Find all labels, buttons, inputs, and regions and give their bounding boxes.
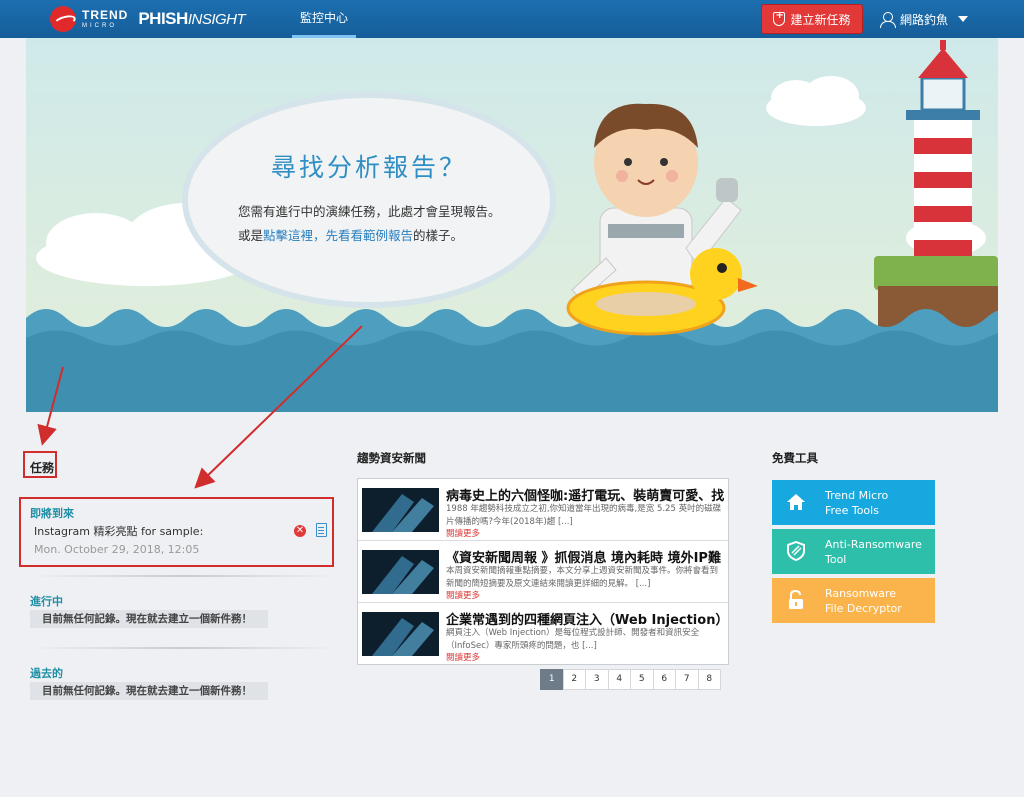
trend-micro-ball-icon (50, 6, 76, 32)
trend-micro-phishinsight-logo[interactable]: TREND MICRO PHISHINSIGHT (50, 5, 246, 33)
page-button-5[interactable]: 5 (630, 669, 654, 690)
caret-down-icon (958, 16, 969, 22)
shield-icon (787, 541, 805, 561)
news-item[interactable]: 企業常遇到的四種網頁注入（Web Injection）攻 網頁注入（Web In… (358, 603, 728, 665)
section-divider (30, 575, 338, 577)
past-empty-message[interactable]: 目前無任何記錄。現在就去建立一個新件務！ (30, 682, 268, 700)
create-new-task-label: 建立新任務 (790, 12, 851, 27)
in-progress-section-title: 進行中 (30, 595, 63, 608)
news-item[interactable]: 《資安新聞周報 》抓假消息 境內耗時 境外IP難 本周資安新聞摘報重點摘要，本文… (358, 541, 728, 603)
sample-report-suffix: 的樣子。 (413, 228, 464, 243)
logo-phishinsight-text: PHISHINSIGHT (138, 9, 245, 29)
page-button-7[interactable]: 7 (675, 669, 699, 690)
tool-anti-ransomware[interactable]: Anti-Ransomware Tool (772, 529, 935, 574)
news-pagination: 1 2 3 4 5 6 7 8 (540, 669, 721, 690)
news-thumbnail (362, 488, 439, 532)
user-account-menu[interactable]: 網路釣魚 (880, 0, 969, 38)
read-more-link[interactable]: 閱讀更多 (446, 527, 480, 539)
free-tools-heading: 免費工具 (772, 451, 818, 465)
sample-report-link[interactable]: 點擊這裡，先看看範例報告 (263, 228, 413, 243)
page-button-2[interactable]: 2 (562, 669, 586, 690)
report-hint-text: 您需有進行中的演練任務，此處才會呈現報告。 (238, 204, 501, 219)
page-button-3[interactable]: 3 (585, 669, 609, 690)
home-icon (787, 494, 805, 510)
tool-label-line1: Ransomware (825, 587, 897, 600)
read-more-link[interactable]: 閱讀更多 (446, 651, 480, 663)
sample-report-prefix: 或是 (238, 228, 264, 243)
news-thumbnail-image (362, 488, 439, 532)
tool-label-line1: Anti-Ransomware (825, 538, 922, 551)
page-button-4[interactable]: 4 (607, 669, 631, 690)
annotation-box-upcoming-task (19, 497, 334, 567)
in-progress-empty-message[interactable]: 目前無任何記錄。現在就去建立一個新件務！ (30, 610, 268, 628)
sample-report-hint: 或是點擊這裡，先看看範例報告的樣子。 (238, 225, 463, 244)
tool-label: Trend Micro Free Tools (825, 488, 888, 518)
news-thumbnail (362, 550, 439, 594)
tool-label-line1: Trend Micro (825, 489, 889, 502)
read-more-link[interactable]: 閱讀更多 (446, 589, 480, 601)
tool-trend-micro-free-tools[interactable]: Trend Micro Free Tools (772, 480, 935, 525)
past-section-title: 過去的 (30, 667, 63, 680)
logo-trend-text: TREND (82, 8, 129, 22)
user-name: 網路釣魚 (900, 12, 949, 27)
tool-label-line2: File Decryptor (825, 602, 902, 615)
news-summary: 本周資安新聞摘報重點摘要，本文分享上週資安新聞及事件。你將會看到新聞的簡短摘要及… (446, 566, 719, 589)
section-divider (30, 647, 338, 649)
news-headline[interactable]: 病毒史上的六個怪咖:遥打電玩、裝萌賣可愛、找 (446, 485, 724, 504)
news-summary: 1988 年趨勢科技成立之初,你知道當年出現的病毒,是宽 5.25 英吋的磁碟片… (446, 504, 722, 527)
logo-phish-text: PHISH (138, 9, 188, 28)
news-item[interactable]: 病毒史上的六個怪咖:遥打電玩、裝萌賣可愛、找 1988 年趨勢科技成立之初,你知… (358, 479, 728, 541)
tool-label-line2: Tool (825, 553, 847, 566)
tool-label: Anti-Ransomware Tool (825, 537, 922, 567)
news-summary: 網頁注入（Web Injection）是每位程式設計師、開發者和資訊安全（Inf… (446, 628, 700, 651)
tool-label-line2: Free Tools (825, 504, 879, 517)
security-news-heading: 趨勢資安新聞 (357, 451, 426, 465)
top-navigation-bar: TREND MICRO PHISHINSIGHT 監控中心 建立新任務 網路釣魚 (0, 0, 1024, 38)
page-button-6[interactable]: 6 (652, 669, 676, 690)
user-icon (880, 12, 896, 28)
news-thumbnail (362, 612, 439, 656)
shield-plus-icon (773, 10, 786, 26)
unlock-icon (789, 590, 803, 609)
tool-ransomware-file-decryptor[interactable]: Ransomware File Decryptor (772, 578, 935, 623)
hero-banner: 尋找分析報告？ 您需有進行中的演練任務，此處才會呈現報告。 或是點擊這裡，先看看… (26, 38, 998, 412)
report-search-title: 尋找分析報告？ (270, 153, 467, 182)
logo-micro-text: MICRO (82, 23, 117, 29)
news-headline[interactable]: 《資安新聞周報 》抓假消息 境內耗時 境外IP難 (446, 547, 724, 566)
speech-bubble: 尋找分析報告？ 您需有進行中的演練任務，此處才會呈現報告。 或是點擊這裡，先看看… (188, 98, 550, 302)
page-button-1[interactable]: 1 (540, 669, 564, 690)
tab-monitoring-center[interactable]: 監控中心 (292, 0, 356, 38)
logo-insight-text: INSIGHT (187, 11, 246, 28)
logo-trend-micro-text: TREND MICRO (82, 9, 128, 29)
news-headline[interactable]: 企業常遇到的四種網頁注入（Web Injection）攻 (446, 609, 724, 628)
annotation-box-tasks-heading (23, 451, 57, 478)
news-list: 病毒史上的六個怪咖:遥打電玩、裝萌賣可愛、找 1988 年趨勢科技成立之初,你知… (357, 478, 729, 665)
news-thumbnail-image (362, 612, 439, 656)
page-button-8[interactable]: 8 (697, 669, 721, 690)
create-new-task-button[interactable]: 建立新任務 (761, 4, 863, 34)
tool-label: Ransomware File Decryptor (825, 586, 902, 616)
news-thumbnail-image (362, 550, 439, 594)
